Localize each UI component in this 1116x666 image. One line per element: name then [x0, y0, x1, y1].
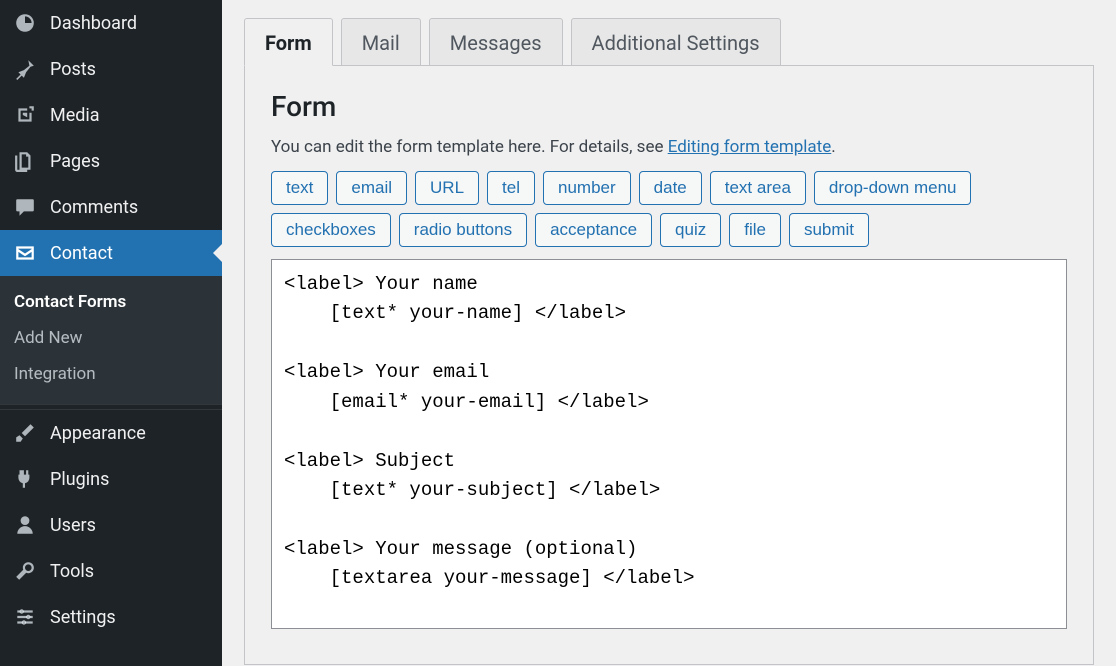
- sidebar-item-users[interactable]: Users: [0, 502, 222, 548]
- submenu-item-add-new[interactable]: Add New: [0, 320, 222, 356]
- plug-icon: [14, 468, 36, 490]
- sidebar-item-comments[interactable]: Comments: [0, 184, 222, 230]
- sidebar-item-settings[interactable]: Settings: [0, 594, 222, 640]
- tag-btn-checkboxes[interactable]: checkboxes: [271, 213, 391, 247]
- comment-icon: [14, 196, 36, 218]
- sidebar-item-label: Pages: [50, 151, 100, 172]
- tag-btn-number[interactable]: number: [543, 171, 631, 205]
- dashboard-icon: [14, 12, 36, 34]
- sidebar-item-plugins[interactable]: Plugins: [0, 456, 222, 502]
- wrench-icon: [14, 560, 36, 582]
- tag-btn-text[interactable]: text: [271, 171, 328, 205]
- sidebar-item-label: Comments: [50, 197, 138, 218]
- sidebar-item-label: Plugins: [50, 469, 109, 490]
- form-panel: Form You can edit the form template here…: [244, 65, 1094, 665]
- sidebar-item-label: Dashboard: [50, 13, 137, 34]
- tag-btn-email[interactable]: email: [336, 171, 407, 205]
- tag-btn-textarea[interactable]: text area: [710, 171, 806, 205]
- form-template-editor[interactable]: [271, 259, 1067, 629]
- tag-btn-quiz[interactable]: quiz: [660, 213, 721, 247]
- help-link[interactable]: Editing form template: [668, 137, 832, 157]
- tab-mail[interactable]: Mail: [341, 18, 421, 66]
- sidebar-item-label: Tools: [50, 561, 94, 582]
- sidebar-item-posts[interactable]: Posts: [0, 46, 222, 92]
- sidebar-item-label: Contact: [50, 243, 113, 264]
- pin-icon: [14, 58, 36, 80]
- tab-additional-settings[interactable]: Additional Settings: [571, 18, 781, 66]
- tag-btn-submit[interactable]: submit: [789, 213, 869, 247]
- help-prefix: You can edit the form template here. For…: [271, 137, 668, 157]
- sidebar-item-media[interactable]: Media: [0, 92, 222, 138]
- pages-icon: [14, 150, 36, 172]
- user-icon: [14, 514, 36, 536]
- tag-generator: text email URL tel number date text area…: [271, 171, 1067, 247]
- tag-btn-dropdown[interactable]: drop-down menu: [814, 171, 972, 205]
- tag-btn-url[interactable]: URL: [415, 171, 479, 205]
- sidebar-item-contact[interactable]: Contact: [0, 230, 222, 276]
- sidebar-item-tools[interactable]: Tools: [0, 548, 222, 594]
- admin-sidebar: Dashboard Posts Media Pages Comments Con…: [0, 0, 222, 666]
- main-content: Form Mail Messages Additional Settings F…: [222, 0, 1116, 666]
- sidebar-submenu-contact: Contact Forms Add New Integration: [0, 276, 222, 404]
- panel-heading: Form: [271, 90, 1067, 123]
- submenu-item-integration[interactable]: Integration: [0, 356, 222, 392]
- sidebar-item-pages[interactable]: Pages: [0, 138, 222, 184]
- tag-btn-radio[interactable]: radio buttons: [399, 213, 527, 247]
- sliders-icon: [14, 606, 36, 628]
- tab-messages[interactable]: Messages: [429, 18, 563, 66]
- tag-btn-acceptance[interactable]: acceptance: [535, 213, 652, 247]
- mail-icon: [14, 242, 36, 264]
- tag-btn-date[interactable]: date: [639, 171, 702, 205]
- sidebar-item-label: Media: [50, 105, 100, 126]
- help-suffix: .: [831, 137, 835, 157]
- brush-icon: [14, 422, 36, 444]
- tag-btn-file[interactable]: file: [729, 213, 781, 247]
- submenu-item-contact-forms[interactable]: Contact Forms: [0, 284, 222, 320]
- sidebar-item-label: Appearance: [50, 423, 146, 444]
- tab-form[interactable]: Form: [244, 18, 333, 66]
- media-icon: [14, 104, 36, 126]
- tag-btn-tel[interactable]: tel: [487, 171, 535, 205]
- panel-help-text: You can edit the form template here. For…: [271, 137, 1067, 157]
- sidebar-item-label: Posts: [50, 59, 96, 80]
- sidebar-item-appearance[interactable]: Appearance: [0, 410, 222, 456]
- sidebar-item-label: Users: [50, 515, 96, 536]
- tab-bar: Form Mail Messages Additional Settings: [244, 18, 1094, 66]
- sidebar-item-label: Settings: [50, 607, 116, 628]
- sidebar-item-dashboard[interactable]: Dashboard: [0, 0, 222, 46]
